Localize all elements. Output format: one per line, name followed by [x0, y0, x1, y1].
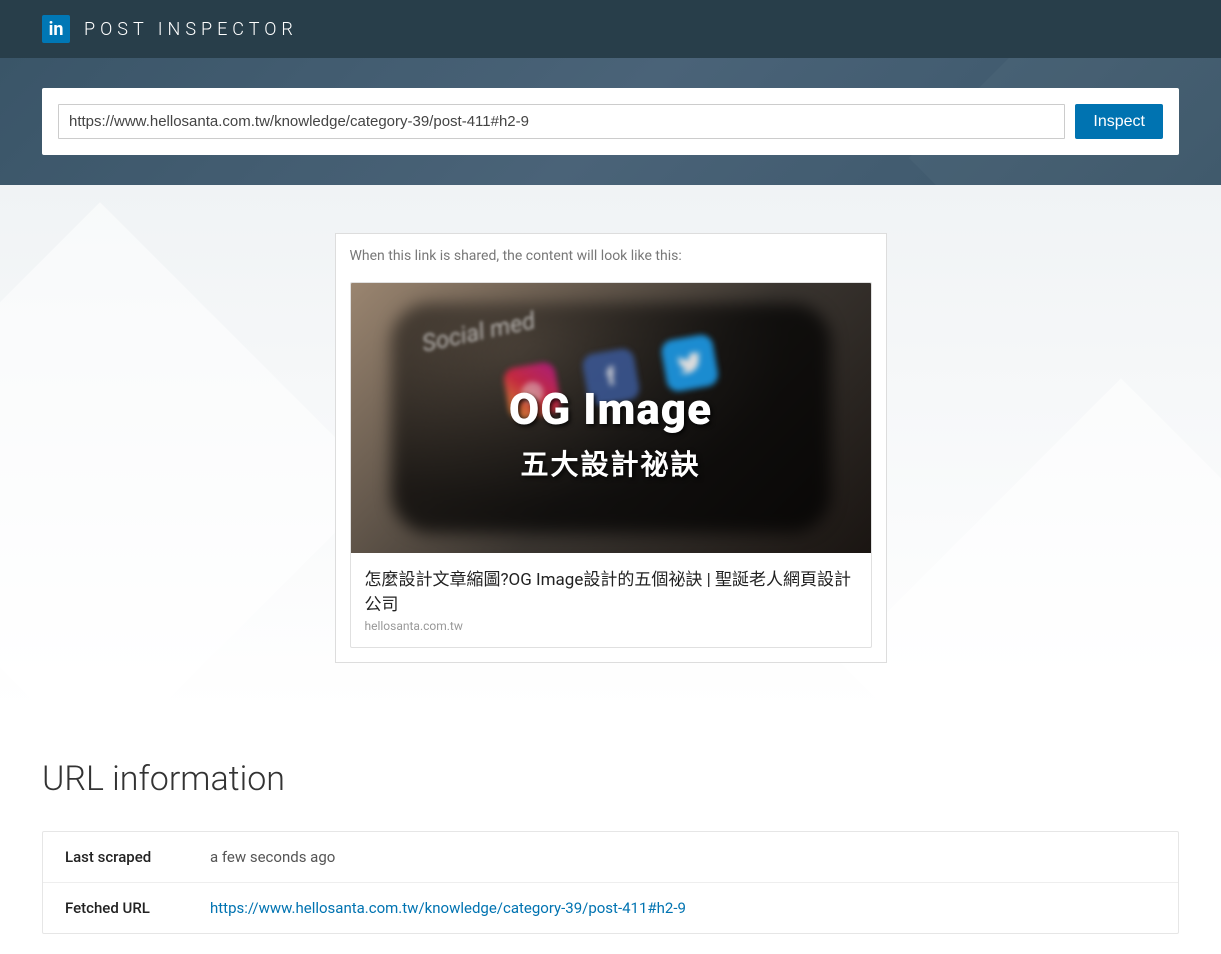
inspect-button[interactable]: Inspect — [1075, 104, 1163, 139]
og-image-title: OG Image — [509, 383, 712, 435]
preview-section: When this link is shared, the content wi… — [0, 185, 1221, 711]
hero-section: Inspect — [0, 58, 1221, 185]
share-domain: hellosanta.com.tw — [365, 619, 857, 633]
app-title: POST INSPECTOR — [84, 19, 298, 40]
linkedin-icon[interactable]: in — [42, 15, 70, 43]
table-row: Last scraped a few seconds ago — [43, 832, 1178, 883]
app-header: in POST INSPECTOR — [0, 0, 1221, 58]
table-row: Fetched URL https://www.hellosanta.com.t… — [43, 883, 1178, 933]
input-panel: Inspect — [42, 88, 1179, 155]
row-value-fetched-url[interactable]: https://www.hellosanta.com.tw/knowledge/… — [210, 899, 686, 917]
url-info-section: URL information Last scraped a few secon… — [0, 711, 1221, 954]
row-value-last-scraped: a few seconds ago — [210, 848, 335, 866]
preview-label: When this link is shared, the content wi… — [350, 248, 872, 264]
row-key-fetched-url: Fetched URL — [65, 899, 210, 917]
share-image: Social med ◎ f OG Image 五大設計祕訣 — [351, 283, 871, 553]
url-input[interactable] — [58, 104, 1065, 139]
share-meta: 怎麼設計文章縮圖?OG Image設計的五個祕訣 | 聖誕老人網頁設計公司 he… — [351, 553, 871, 647]
social-media-bg-text: Social med — [419, 306, 537, 357]
preview-card: When this link is shared, the content wi… — [335, 233, 887, 663]
share-preview: Social med ◎ f OG Image 五大設計祕訣 怎麼設計文章縮圖?… — [350, 282, 872, 648]
share-title: 怎麼設計文章縮圖?OG Image設計的五個祕訣 | 聖誕老人網頁設計公司 — [365, 565, 857, 615]
og-image-subtitle: 五大設計祕訣 — [520, 443, 700, 483]
url-info-heading: URL information — [42, 759, 1179, 799]
row-key-last-scraped: Last scraped — [65, 848, 210, 866]
url-info-table: Last scraped a few seconds ago Fetched U… — [42, 831, 1179, 934]
